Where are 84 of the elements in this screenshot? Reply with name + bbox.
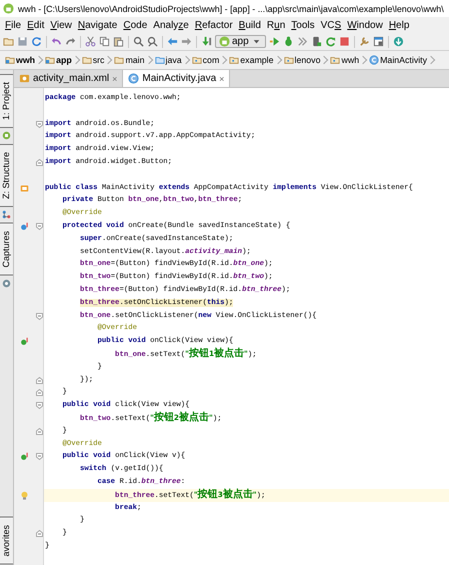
search-replace-icon[interactable] [147, 36, 158, 47]
breadcrumb-item[interactable]: wwh [4, 55, 36, 65]
window-title: wwh - [C:\Users\lenovo\AndroidStudioProjects\wwh] - [app] - ...\app\src\main\java\com\example\lenovo\wwh\ [18, 4, 444, 14]
play-icon[interactable] [268, 36, 280, 47]
fold-close-icon[interactable] [36, 158, 43, 166]
class-icon [128, 73, 140, 84]
run-config-dropdown[interactable]: app [215, 35, 266, 48]
menu-item[interactable]: File [2, 20, 24, 30]
fold-close-icon[interactable] [36, 376, 43, 384]
menu-item[interactable]: Help [386, 20, 412, 30]
breadcrumb-item[interactable]: example [228, 55, 275, 65]
breadcrumb-item[interactable]: java [154, 55, 183, 65]
fold-open-icon[interactable] [36, 222, 43, 230]
tab-label: activity_main.xml [33, 73, 110, 84]
lightbulb-icon[interactable] [20, 490, 29, 500]
package-icon [330, 55, 340, 65]
source-folder-icon [154, 55, 165, 65]
window-icon[interactable] [372, 36, 384, 47]
breadcrumb-item[interactable]: main [113, 55, 146, 65]
copy-icon[interactable] [99, 36, 110, 47]
tool-window-tab[interactable]: Captures [0, 223, 13, 276]
menu-item[interactable]: Navigate [74, 20, 120, 30]
module-icon [45, 55, 56, 65]
down-arrow-icon[interactable] [201, 36, 212, 47]
menu-item[interactable]: Code [120, 20, 150, 30]
right-arrow-icon[interactable] [181, 36, 192, 47]
redo-icon[interactable] [65, 36, 76, 47]
editor-tab[interactable]: MainActivity.java × [123, 70, 230, 87]
module-icon [5, 55, 15, 65]
class-icon [369, 55, 380, 65]
breadcrumb-item[interactable]: app [44, 55, 73, 65]
fold-open-icon[interactable] [36, 453, 43, 460]
xml-layout-icon [19, 73, 30, 84]
undo-icon[interactable] [51, 36, 62, 47]
menu-item[interactable]: Window [344, 20, 386, 30]
sync-icon[interactable] [324, 36, 336, 47]
fold-close-icon[interactable] [36, 389, 43, 396]
package-icon [229, 55, 240, 65]
breadcrumb-item[interactable]: com [190, 55, 220, 65]
breadcrumb-item[interactable]: MainActivity [368, 55, 428, 65]
class-marker-icon [20, 184, 29, 193]
implement-marker-icon [20, 337, 29, 346]
menu-item[interactable]: Run [264, 20, 288, 30]
refresh-icon[interactable] [31, 36, 42, 47]
package-icon [284, 55, 294, 65]
scissors-icon[interactable] [85, 36, 96, 47]
folder-icon [82, 55, 92, 65]
implement-marker-icon [20, 452, 29, 462]
menu-item[interactable]: Build [236, 20, 264, 30]
project-icon [2, 131, 11, 140]
menu-item[interactable]: Analyze [150, 20, 192, 30]
fold-open-icon[interactable] [36, 120, 43, 128]
save-icon[interactable] [17, 36, 28, 47]
breadcrumb-item[interactable]: lenovo [282, 55, 322, 65]
phone-icon[interactable] [310, 36, 322, 47]
menu-item[interactable]: Refactor [192, 20, 236, 30]
wrench-icon[interactable] [358, 36, 370, 47]
breadcrumb-item[interactable]: wwh [329, 55, 360, 65]
tool-window-tab[interactable]: Z: Structure [0, 144, 13, 208]
tool-window-tab[interactable]: avorites [0, 517, 13, 565]
search-icon[interactable] [133, 36, 144, 47]
download-icon[interactable] [392, 36, 404, 47]
android-icon [3, 3, 14, 14]
breadcrumb-item[interactable]: src [80, 55, 106, 65]
fold-close-icon[interactable] [36, 428, 43, 435]
left-arrow-icon[interactable] [167, 36, 178, 47]
paste-icon[interactable] [113, 36, 124, 47]
stop-icon[interactable] [338, 36, 350, 47]
fold-open-icon[interactable] [36, 402, 43, 410]
menu-item[interactable]: Edit [24, 20, 48, 30]
folder-icon [114, 55, 124, 65]
folder-icon[interactable] [3, 36, 14, 47]
tab-label: MainActivity.java [142, 73, 216, 84]
fold-open-icon[interactable] [36, 312, 43, 320]
package-icon [192, 55, 202, 65]
menu-item[interactable]: VCS [318, 20, 344, 30]
menu-item[interactable]: Tools [288, 20, 318, 30]
android-icon [219, 36, 230, 47]
close-icon[interactable]: × [219, 74, 224, 84]
structure-icon [2, 210, 11, 220]
override-marker-icon [20, 222, 29, 231]
tool-window-tab[interactable]: 1: Project [0, 74, 13, 128]
menu-item[interactable]: View [47, 20, 75, 30]
fold-close-icon[interactable] [36, 530, 43, 538]
